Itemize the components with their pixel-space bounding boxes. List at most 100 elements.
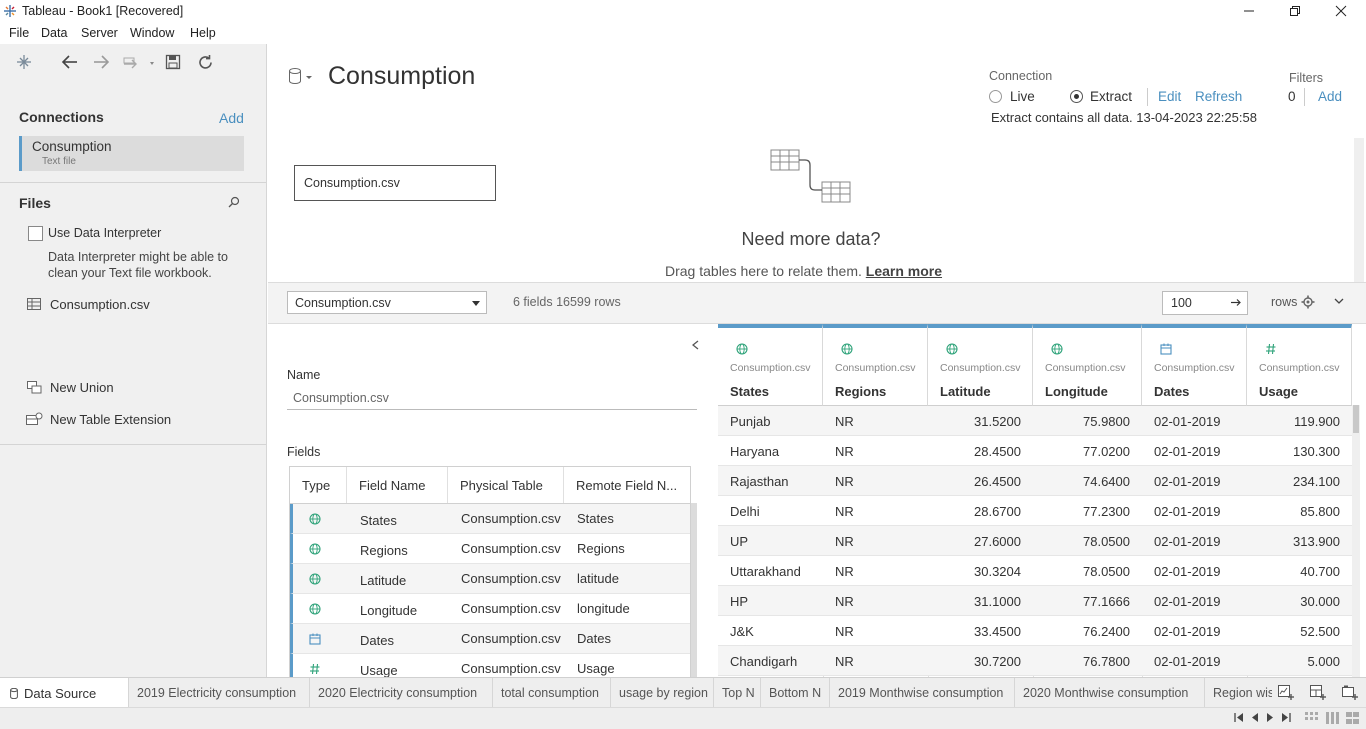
arrow-right-icon[interactable]: [1231, 297, 1242, 308]
grid-row[interactable]: HP NR 31.1000 77.1666 02-01-2019 30.000: [718, 586, 1352, 616]
calendar-icon[interactable]: [1160, 343, 1172, 355]
menu-window[interactable]: Window: [130, 26, 174, 40]
field-name[interactable]: Longitude: [360, 594, 450, 623]
field-name[interactable]: Regions: [360, 534, 450, 563]
tab-sheet[interactable]: total consumption: [493, 678, 611, 708]
globe-icon[interactable]: [309, 534, 339, 563]
tab-sheet[interactable]: 2020 Electricity consumption: [310, 678, 493, 708]
calendar-icon[interactable]: [309, 624, 339, 653]
grid-row[interactable]: Chandigarh NR 30.7200 76.7800 02-01-2019 5.00…: [718, 646, 1352, 676]
grid-row[interactable]: Delhi NR 28.6700 77.2300 02-01-2019 85.800: [718, 496, 1352, 526]
show-tabs-icon[interactable]: [1326, 712, 1339, 724]
refresh-extract-link[interactable]: Refresh: [1195, 89, 1242, 104]
header-physical-table[interactable]: Physical Table: [448, 467, 564, 503]
minimize-button[interactable]: [1226, 0, 1272, 22]
menu-server[interactable]: Server: [81, 26, 118, 40]
data-source-name[interactable]: Consumption: [328, 62, 475, 91]
grid-column-header[interactable]: Consumption.csv Usage: [1247, 324, 1352, 406]
tab-sheet[interactable]: Bottom N: [761, 678, 830, 708]
grid-row[interactable]: Haryana NR 28.4500 77.0200 02-01-2019 130.300: [718, 436, 1352, 466]
grid-row[interactable]: Punjab NR 31.5200 75.9800 02-01-2019 119.900: [718, 406, 1352, 436]
menu-data[interactable]: Data: [41, 26, 67, 40]
rows-input[interactable]: 100: [1162, 291, 1248, 315]
field-name[interactable]: States: [360, 504, 450, 533]
header-type[interactable]: Type: [290, 467, 347, 503]
globe-icon[interactable]: [1051, 343, 1063, 355]
field-row[interactable]: States Consumption.csv States: [290, 504, 690, 534]
table-select[interactable]: Consumption.csv: [287, 291, 487, 314]
redo-icon[interactable]: [92, 54, 110, 70]
grid-row[interactable]: Rajasthan NR 26.4500 74.6400 02-01-2019 234.1…: [718, 466, 1352, 496]
close-button[interactable]: [1318, 0, 1364, 22]
learn-more-link[interactable]: Learn more: [866, 263, 942, 279]
menu-help[interactable]: Help: [190, 26, 216, 40]
globe-icon[interactable]: [309, 564, 339, 593]
new-worksheet-icon[interactable]: [1278, 685, 1294, 700]
number-icon[interactable]: [1265, 343, 1277, 355]
field-row[interactable]: Longitude Consumption.csv longitude: [290, 594, 690, 624]
previous-page-icon[interactable]: [1251, 713, 1259, 722]
connection-item[interactable]: Consumption Text file: [19, 136, 244, 171]
refresh-icon[interactable]: [197, 54, 214, 71]
show-filmstrip-icon[interactable]: [1305, 712, 1318, 724]
grid-row[interactable]: J&K NR 33.4500 76.2400 02-01-2019 52.500: [718, 616, 1352, 646]
sorter-view-icon[interactable]: [1346, 712, 1359, 724]
tab-sheet[interactable]: 2020 Monthwise consumption: [1015, 678, 1205, 708]
field-row[interactable]: Regions Consumption.csv Regions: [290, 534, 690, 564]
data-source-dropdown-icon[interactable]: [122, 54, 156, 70]
menu-file[interactable]: File: [9, 26, 29, 40]
globe-icon[interactable]: [946, 343, 958, 355]
database-icon[interactable]: [288, 67, 316, 85]
globe-icon[interactable]: [841, 343, 853, 355]
tab-sheet[interactable]: 2019 Electricity consumption: [129, 678, 310, 708]
file-item-consumption[interactable]: Consumption.csv: [50, 297, 150, 312]
header-remote-field-name[interactable]: Remote Field N...: [564, 467, 692, 503]
grid-column-header[interactable]: Consumption.csv Latitude: [928, 324, 1033, 406]
gear-icon[interactable]: [1301, 295, 1315, 309]
tab-data-source[interactable]: Data Source: [0, 678, 129, 708]
tab-sheet[interactable]: Top N: [714, 678, 761, 708]
new-union-link[interactable]: New Union: [50, 380, 114, 395]
globe-icon[interactable]: [736, 343, 748, 355]
name-field[interactable]: Consumption.csv: [287, 385, 697, 410]
save-icon[interactable]: [165, 54, 181, 70]
last-page-icon[interactable]: [1281, 713, 1291, 722]
grid-scrollbar[interactable]: [1352, 405, 1360, 677]
new-table-extension-link[interactable]: New Table Extension: [50, 412, 171, 427]
grid-column-header[interactable]: Consumption.csv Dates: [1142, 324, 1247, 406]
grid-column-header[interactable]: Consumption.csv Regions: [823, 324, 928, 406]
header-field-name[interactable]: Field Name: [347, 467, 448, 503]
live-radio[interactable]: [989, 90, 1002, 103]
tab-sheet[interactable]: 2019 Monthwise consumption: [830, 678, 1015, 708]
grid-column-header[interactable]: Consumption.csv States: [718, 324, 823, 406]
grid-column-header[interactable]: Consumption.csv Longitude: [1033, 324, 1142, 406]
new-story-icon[interactable]: [1342, 685, 1358, 700]
grid-row[interactable]: UP NR 27.6000 78.0500 02-01-2019 313.900: [718, 526, 1352, 556]
search-files-icon[interactable]: [228, 196, 240, 208]
canvas-scrollbar[interactable]: [1354, 138, 1364, 282]
extract-radio[interactable]: [1070, 90, 1083, 103]
add-filter-link[interactable]: Add: [1318, 89, 1342, 104]
globe-icon[interactable]: [309, 594, 339, 623]
edit-extract-link[interactable]: Edit: [1158, 89, 1181, 104]
tab-sheet[interactable]: Region wis: [1205, 678, 1272, 708]
add-connection-link[interactable]: Add: [219, 110, 244, 126]
grid-row[interactable]: Uttarakhand NR 30.3204 78.0500 02-01-2019 40.…: [718, 556, 1352, 586]
new-dashboard-icon[interactable]: [1310, 685, 1326, 700]
tableau-home-icon[interactable]: [16, 54, 32, 70]
fields-table-scrollbar[interactable]: [691, 503, 697, 677]
first-page-icon[interactable]: [1234, 713, 1244, 722]
collapse-chevron-icon[interactable]: [692, 340, 699, 350]
undo-icon[interactable]: [61, 54, 79, 70]
field-name[interactable]: Latitude: [360, 564, 450, 593]
next-page-icon[interactable]: [1266, 713, 1274, 722]
chevron-down-icon[interactable]: [1334, 298, 1344, 305]
globe-icon[interactable]: [309, 504, 339, 533]
field-row[interactable]: Latitude Consumption.csv latitude: [290, 564, 690, 594]
tab-sheet[interactable]: usage by region: [611, 678, 714, 708]
field-row[interactable]: Dates Consumption.csv Dates: [290, 624, 690, 654]
field-name[interactable]: Dates: [360, 624, 450, 653]
use-data-interpreter-checkbox[interactable]: [28, 226, 43, 241]
canvas-table-box[interactable]: Consumption.csv: [294, 165, 496, 201]
restore-button[interactable]: [1272, 0, 1318, 22]
